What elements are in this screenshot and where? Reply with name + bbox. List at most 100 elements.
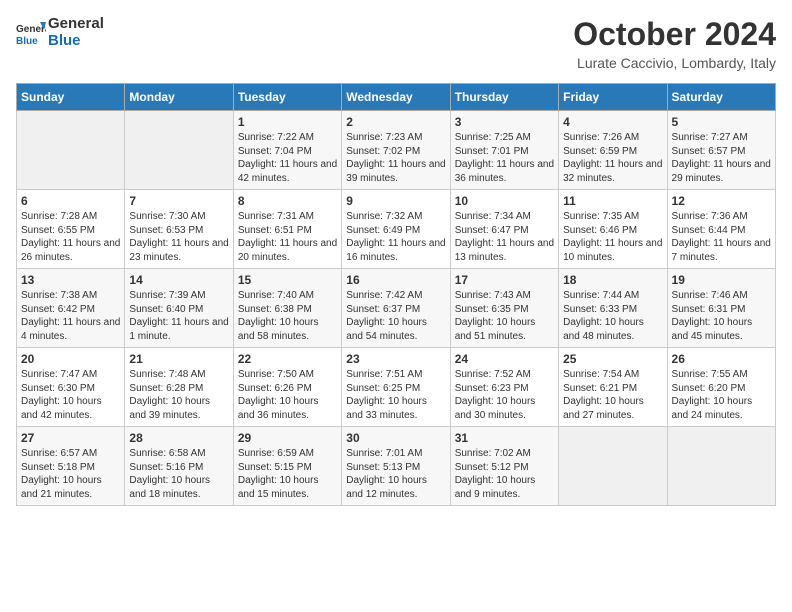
calendar-cell: 20 Sunrise: 7:47 AM Sunset: 6:30 PM Dayl… — [17, 348, 125, 427]
day-number: 2 — [346, 115, 445, 129]
logo-icon: General Blue — [16, 18, 46, 48]
day-number: 18 — [563, 273, 662, 287]
day-info: Sunrise: 7:48 AM Sunset: 6:28 PM Dayligh… — [129, 368, 228, 422]
day-info: Sunrise: 6:58 AM Sunset: 5:16 PM Dayligh… — [129, 447, 228, 501]
calendar-cell: 26 Sunrise: 7:55 AM Sunset: 6:20 PM Dayl… — [667, 348, 775, 427]
day-info: Sunrise: 7:22 AM Sunset: 7:04 PM Dayligh… — [238, 131, 337, 185]
calendar-cell: 3 Sunrise: 7:25 AM Sunset: 7:01 PM Dayli… — [450, 111, 558, 190]
calendar-cell: 9 Sunrise: 7:32 AM Sunset: 6:49 PM Dayli… — [342, 190, 450, 269]
logo-blue-text: Blue — [48, 33, 104, 50]
day-number: 13 — [21, 273, 120, 287]
weekday-header-monday: Monday — [125, 84, 233, 111]
calendar-cell: 17 Sunrise: 7:43 AM Sunset: 6:35 PM Dayl… — [450, 269, 558, 348]
day-info: Sunrise: 7:01 AM Sunset: 5:13 PM Dayligh… — [346, 447, 445, 501]
day-number: 12 — [672, 194, 771, 208]
calendar-table: SundayMondayTuesdayWednesdayThursdayFrid… — [16, 83, 776, 506]
day-number: 19 — [672, 273, 771, 287]
calendar-cell — [667, 427, 775, 506]
day-number: 17 — [455, 273, 554, 287]
calendar-cell: 24 Sunrise: 7:52 AM Sunset: 6:23 PM Dayl… — [450, 348, 558, 427]
day-info: Sunrise: 7:31 AM Sunset: 6:51 PM Dayligh… — [238, 210, 337, 264]
day-number: 1 — [238, 115, 337, 129]
calendar-cell: 4 Sunrise: 7:26 AM Sunset: 6:59 PM Dayli… — [559, 111, 667, 190]
calendar-cell: 11 Sunrise: 7:35 AM Sunset: 6:46 PM Dayl… — [559, 190, 667, 269]
day-number: 30 — [346, 431, 445, 445]
month-title: October 2024 — [573, 16, 776, 53]
day-number: 24 — [455, 352, 554, 366]
day-info: Sunrise: 7:47 AM Sunset: 6:30 PM Dayligh… — [21, 368, 120, 422]
calendar-cell: 18 Sunrise: 7:44 AM Sunset: 6:33 PM Dayl… — [559, 269, 667, 348]
day-number: 29 — [238, 431, 337, 445]
day-info: Sunrise: 7:42 AM Sunset: 6:37 PM Dayligh… — [346, 289, 445, 343]
day-number: 28 — [129, 431, 228, 445]
calendar-cell: 14 Sunrise: 7:39 AM Sunset: 6:40 PM Dayl… — [125, 269, 233, 348]
calendar-cell — [125, 111, 233, 190]
day-number: 21 — [129, 352, 228, 366]
calendar-cell: 16 Sunrise: 7:42 AM Sunset: 6:37 PM Dayl… — [342, 269, 450, 348]
day-info: Sunrise: 7:28 AM Sunset: 6:55 PM Dayligh… — [21, 210, 120, 264]
day-info: Sunrise: 7:55 AM Sunset: 6:20 PM Dayligh… — [672, 368, 771, 422]
day-info: Sunrise: 7:54 AM Sunset: 6:21 PM Dayligh… — [563, 368, 662, 422]
day-info: Sunrise: 7:52 AM Sunset: 6:23 PM Dayligh… — [455, 368, 554, 422]
day-number: 6 — [21, 194, 120, 208]
calendar-week-row: 27 Sunrise: 6:57 AM Sunset: 5:18 PM Dayl… — [17, 427, 776, 506]
day-info: Sunrise: 7:51 AM Sunset: 6:25 PM Dayligh… — [346, 368, 445, 422]
day-info: Sunrise: 7:02 AM Sunset: 5:12 PM Dayligh… — [455, 447, 554, 501]
day-number: 16 — [346, 273, 445, 287]
day-info: Sunrise: 7:39 AM Sunset: 6:40 PM Dayligh… — [129, 289, 228, 343]
day-number: 9 — [346, 194, 445, 208]
day-info: Sunrise: 7:50 AM Sunset: 6:26 PM Dayligh… — [238, 368, 337, 422]
day-number: 23 — [346, 352, 445, 366]
day-info: Sunrise: 7:30 AM Sunset: 6:53 PM Dayligh… — [129, 210, 228, 264]
calendar-cell: 2 Sunrise: 7:23 AM Sunset: 7:02 PM Dayli… — [342, 111, 450, 190]
page-header: General Blue General Blue October 2024 L… — [16, 16, 776, 71]
calendar-cell: 31 Sunrise: 7:02 AM Sunset: 5:12 PM Dayl… — [450, 427, 558, 506]
calendar-cell: 10 Sunrise: 7:34 AM Sunset: 6:47 PM Dayl… — [450, 190, 558, 269]
weekday-header-saturday: Saturday — [667, 84, 775, 111]
logo-general-text: General — [48, 16, 104, 33]
day-number: 3 — [455, 115, 554, 129]
day-info: Sunrise: 7:40 AM Sunset: 6:38 PM Dayligh… — [238, 289, 337, 343]
day-info: Sunrise: 7:32 AM Sunset: 6:49 PM Dayligh… — [346, 210, 445, 264]
day-number: 8 — [238, 194, 337, 208]
day-number: 22 — [238, 352, 337, 366]
calendar-cell: 28 Sunrise: 6:58 AM Sunset: 5:16 PM Dayl… — [125, 427, 233, 506]
day-info: Sunrise: 7:25 AM Sunset: 7:01 PM Dayligh… — [455, 131, 554, 185]
calendar-cell: 25 Sunrise: 7:54 AM Sunset: 6:21 PM Dayl… — [559, 348, 667, 427]
title-block: October 2024 Lurate Caccivio, Lombardy, … — [573, 16, 776, 71]
svg-text:General: General — [16, 24, 46, 35]
day-info: Sunrise: 6:57 AM Sunset: 5:18 PM Dayligh… — [21, 447, 120, 501]
calendar-cell: 21 Sunrise: 7:48 AM Sunset: 6:28 PM Dayl… — [125, 348, 233, 427]
day-info: Sunrise: 7:44 AM Sunset: 6:33 PM Dayligh… — [563, 289, 662, 343]
day-number: 4 — [563, 115, 662, 129]
calendar-cell: 22 Sunrise: 7:50 AM Sunset: 6:26 PM Dayl… — [233, 348, 341, 427]
day-info: Sunrise: 7:43 AM Sunset: 6:35 PM Dayligh… — [455, 289, 554, 343]
day-number: 7 — [129, 194, 228, 208]
calendar-cell: 13 Sunrise: 7:38 AM Sunset: 6:42 PM Dayl… — [17, 269, 125, 348]
day-number: 10 — [455, 194, 554, 208]
day-number: 31 — [455, 431, 554, 445]
logo: General Blue General Blue — [16, 16, 104, 49]
day-number: 5 — [672, 115, 771, 129]
day-info: Sunrise: 7:34 AM Sunset: 6:47 PM Dayligh… — [455, 210, 554, 264]
day-info: Sunrise: 6:59 AM Sunset: 5:15 PM Dayligh… — [238, 447, 337, 501]
calendar-cell — [17, 111, 125, 190]
day-number: 14 — [129, 273, 228, 287]
weekday-header-friday: Friday — [559, 84, 667, 111]
calendar-cell: 1 Sunrise: 7:22 AM Sunset: 7:04 PM Dayli… — [233, 111, 341, 190]
day-number: 11 — [563, 194, 662, 208]
day-info: Sunrise: 7:26 AM Sunset: 6:59 PM Dayligh… — [563, 131, 662, 185]
calendar-cell: 19 Sunrise: 7:46 AM Sunset: 6:31 PM Dayl… — [667, 269, 775, 348]
calendar-week-row: 20 Sunrise: 7:47 AM Sunset: 6:30 PM Dayl… — [17, 348, 776, 427]
day-number: 15 — [238, 273, 337, 287]
calendar-cell: 6 Sunrise: 7:28 AM Sunset: 6:55 PM Dayli… — [17, 190, 125, 269]
weekday-header-row: SundayMondayTuesdayWednesdayThursdayFrid… — [17, 84, 776, 111]
svg-text:Blue: Blue — [16, 36, 38, 47]
calendar-week-row: 1 Sunrise: 7:22 AM Sunset: 7:04 PM Dayli… — [17, 111, 776, 190]
weekday-header-tuesday: Tuesday — [233, 84, 341, 111]
calendar-cell: 27 Sunrise: 6:57 AM Sunset: 5:18 PM Dayl… — [17, 427, 125, 506]
calendar-cell: 8 Sunrise: 7:31 AM Sunset: 6:51 PM Dayli… — [233, 190, 341, 269]
calendar-week-row: 13 Sunrise: 7:38 AM Sunset: 6:42 PM Dayl… — [17, 269, 776, 348]
calendar-week-row: 6 Sunrise: 7:28 AM Sunset: 6:55 PM Dayli… — [17, 190, 776, 269]
calendar-cell: 7 Sunrise: 7:30 AM Sunset: 6:53 PM Dayli… — [125, 190, 233, 269]
